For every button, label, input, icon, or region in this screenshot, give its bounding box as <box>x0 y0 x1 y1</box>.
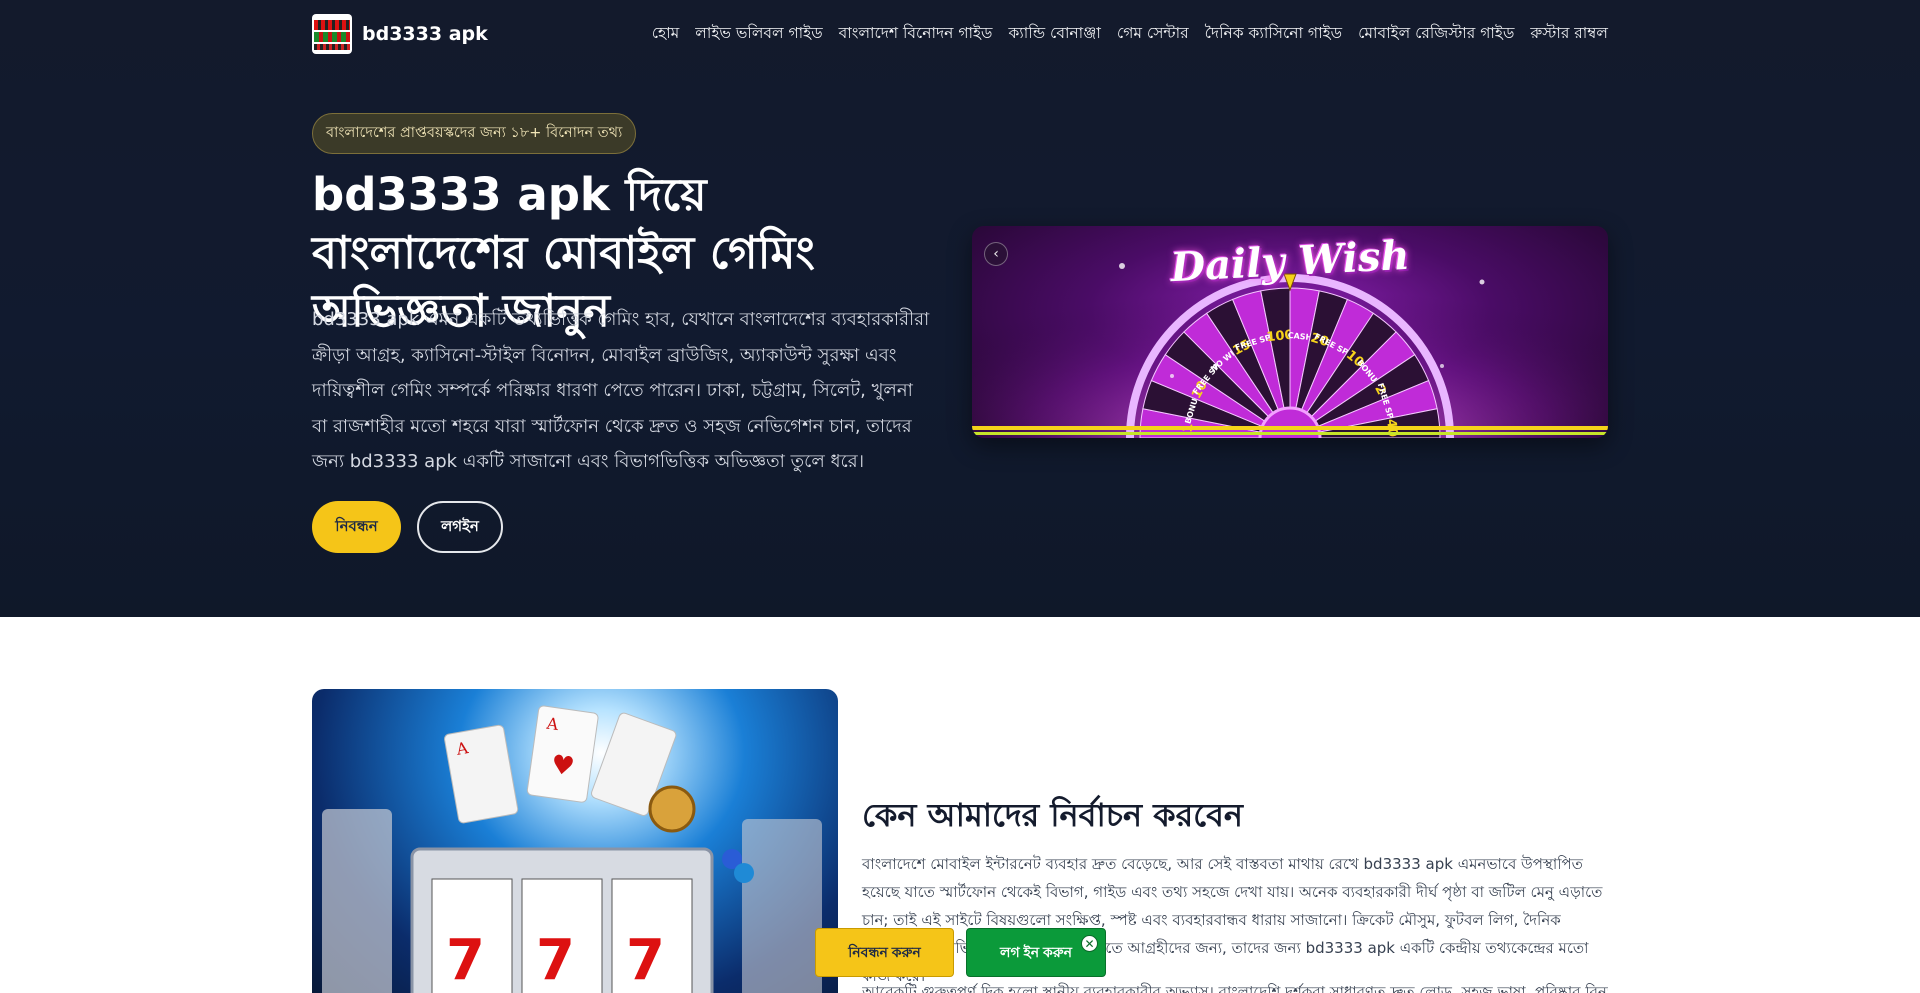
why-choose-us-paragraph-2: আরেকটি গুরুত্বপূর্ণ দিক হলো স্থানীয় ব্য… <box>862 983 1608 993</box>
brand-link[interactable]: bd3333 apk <box>312 14 488 54</box>
nav-mobile-register-guide[interactable]: মোবাইল রেজিস্টার গাইড <box>1358 21 1514 47</box>
why-choose-us-title: কেন আমাদের নির্বাচন করবেন <box>862 796 1244 834</box>
hero-section: bd3333 apk হোম লাইভ ভলিবল গাইড বাংলাদেশ … <box>0 0 1920 617</box>
close-icon[interactable]: ✕ <box>1081 935 1098 952</box>
nav-bangladesh-entertainment-guide[interactable]: বাংলাদেশ বিনোদন গাইড <box>839 21 993 47</box>
main-nav: হোম লাইভ ভলিবল গাইড বাংলাদেশ বিনোদন গাইড… <box>652 21 1608 47</box>
hero-description: bd3333 apk এমন একটি তথ্যভিত্তিক গেমিং হা… <box>312 309 930 472</box>
nav-candy-bonanza[interactable]: ক্যান্ডি বোনাঞ্জা <box>1008 21 1100 47</box>
svg-text:♥: ♥ <box>549 750 576 783</box>
login-button[interactable]: লগইন <box>417 501 503 553</box>
svg-text:7: 7 <box>446 928 485 993</box>
hero-carousel[interactable]: 1BONUS10FREE SPINSNO WIN15FREE SPINS100C… <box>972 226 1608 438</box>
nav-live-volleyball-guide[interactable]: লাইভ ভলিবল গাইড <box>695 21 822 47</box>
svg-text:7: 7 <box>626 928 665 993</box>
nav-home[interactable]: হোম <box>652 21 680 47</box>
sticky-register-button[interactable]: নিবন্ধন করুন <box>815 928 954 977</box>
brand-logo-icon <box>312 14 352 54</box>
age-notice-badge: বাংলাদেশের প্রাপ্তবয়স্কদের জন্য ১৮+ বিন… <box>312 113 637 154</box>
svg-text:7: 7 <box>536 928 575 993</box>
nav-daily-casino-guide[interactable]: দৈনিক ক্যাসিনো গাইড <box>1205 21 1342 47</box>
nav-game-center[interactable]: গেম সেন্টার <box>1117 21 1189 47</box>
casino-slot-machine-image: A A ♥ 7 7 7 <box>312 689 838 993</box>
carousel-prev-icon[interactable]: ‹ <box>984 242 1008 266</box>
register-button[interactable]: নিবন্ধন <box>312 501 401 553</box>
nav-rooster-rumble[interactable]: রুস্টার রাম্বল <box>1530 21 1608 47</box>
site-header: bd3333 apk হোম লাইভ ভলিবল গাইড বাংলাদেশ … <box>312 12 1608 56</box>
brand-name: bd3333 apk <box>362 23 488 45</box>
